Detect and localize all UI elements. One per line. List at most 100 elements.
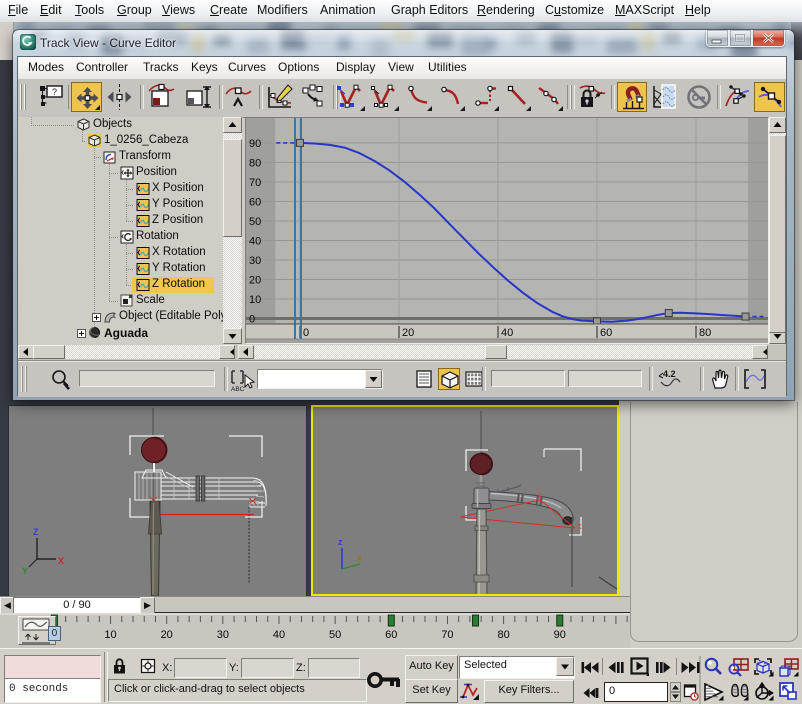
scroll-right-button[interactable] — [219, 345, 235, 359]
reduce-keys-button[interactable] — [299, 82, 328, 112]
menu-animation[interactable]: Animation — [320, 3, 376, 17]
trackbar-key[interactable] — [473, 615, 479, 626]
set-tangents-slow-button[interactable] — [438, 82, 466, 112]
time-configuration-button[interactable] — [683, 682, 699, 702]
menu-help[interactable]: Help — [685, 3, 711, 17]
absolute-mode-transform-button[interactable] — [138, 656, 158, 676]
lock-tangents-button[interactable] — [578, 82, 608, 112]
scroll-thumb[interactable] — [223, 139, 242, 237]
next-frame-button[interactable] — [655, 657, 671, 678]
field-of-view-button[interactable] — [702, 680, 725, 702]
scroll-down-button[interactable] — [223, 328, 242, 344]
pan-button[interactable] — [707, 366, 731, 392]
tree-item-z-rotation[interactable]: Z Rotation — [18, 277, 223, 293]
tree-item-object-editable-poly-[interactable]: Object (Editable Poly) — [18, 309, 223, 325]
tree-item-objects[interactable]: Objects — [18, 117, 223, 133]
set-tangents-step-button[interactable] — [471, 82, 500, 112]
go-to-end-button[interactable] — [681, 657, 701, 678]
menu-rendering[interactable]: Rendering — [477, 3, 535, 17]
set-tangents-fast-button[interactable] — [405, 82, 433, 112]
snap-frames-button[interactable] — [617, 82, 647, 112]
tvmenu-keys[interactable]: Keys — [191, 60, 218, 74]
tree-item-transform[interactable]: Transform — [18, 149, 223, 165]
tree-horizontal-scrollbar[interactable] — [18, 345, 235, 360]
curve-key[interactable] — [297, 139, 304, 146]
tree-item-scale[interactable]: Scale — [18, 293, 223, 309]
tvmenu-tracks[interactable]: Tracks — [143, 60, 179, 74]
slide-keys-button[interactable] — [147, 82, 177, 112]
draw-curves-button[interactable] — [265, 82, 294, 112]
set-key-button[interactable]: Set Key — [405, 679, 458, 703]
current-frame-field[interactable]: 0 — [604, 682, 668, 702]
scroll-up-button[interactable] — [223, 117, 242, 133]
coord-field-x[interactable] — [174, 658, 227, 678]
zoom-value-extents-button[interactable] — [741, 366, 769, 392]
key-filter-dropdown[interactable]: Selected — [459, 656, 575, 679]
tvmenu-curves[interactable]: Curves — [228, 60, 266, 74]
go-to-start-button[interactable] — [580, 657, 600, 678]
pan-view-button[interactable] — [727, 680, 750, 702]
set-tangents-linear-button[interactable] — [504, 82, 532, 112]
track-bar[interactable]: 1020304050607080900 — [0, 613, 630, 648]
curve-graph[interactable]: 0102030405060708090020406080 — [245, 117, 769, 344]
menu-maxscript[interactable]: MAXScript — [615, 3, 674, 17]
default-tangent-button[interactable] — [459, 680, 480, 701]
tvmenu-view[interactable]: View — [388, 60, 414, 74]
scroll-left-button[interactable] — [18, 345, 34, 359]
zoom-selected-object-button[interactable] — [49, 367, 73, 391]
tree-item-z-position[interactable]: Z Position — [18, 213, 223, 229]
menu-create[interactable]: Create — [210, 3, 248, 17]
dropdown-arrow-button[interactable] — [365, 370, 382, 388]
tree-item-aguada[interactable]: Aguada — [18, 325, 223, 341]
set-tangents-auto-button[interactable] — [337, 82, 366, 112]
filters-current-button[interactable] — [438, 368, 460, 390]
dropdown-arrow-button[interactable] — [556, 657, 574, 676]
key-mode-toggle-button[interactable] — [582, 685, 600, 701]
filters-button[interactable]: ? — [37, 82, 66, 112]
scale-keys-button[interactable] — [183, 82, 213, 112]
set-tangents-smooth-button[interactable] — [535, 82, 564, 112]
show-all-tangents-button[interactable] — [754, 82, 785, 112]
zoom-all-button[interactable] — [727, 656, 750, 678]
maximize-button[interactable] — [729, 30, 752, 47]
toolbar-grip[interactable] — [20, 84, 27, 110]
set-tangents-custom-button[interactable] — [371, 82, 400, 112]
selection-lock-toggle[interactable] — [111, 656, 129, 676]
viewport-front[interactable]: ZXY — [8, 405, 307, 598]
tree-item-1-0256-cabeza[interactable]: 1_0256_Cabeza — [18, 133, 223, 149]
track-set-list-button[interactable] — [413, 368, 435, 390]
coord-field-y[interactable] — [241, 658, 294, 678]
scroll-thumb[interactable] — [485, 345, 507, 359]
curve-key[interactable] — [665, 310, 672, 317]
menu-group[interactable]: Group — [117, 3, 152, 17]
tvmenu-controller[interactable]: Controller — [76, 60, 128, 74]
add-keys-button[interactable] — [224, 82, 254, 112]
menu-tools[interactable]: Tools — [75, 3, 104, 17]
zoom-extents-all-button[interactable] — [777, 656, 800, 678]
key-time-field[interactable] — [491, 370, 565, 387]
tree-item-x-position[interactable]: X Position — [18, 181, 223, 197]
maximize-viewport-button[interactable] — [777, 680, 800, 702]
minimize-button[interactable] — [706, 30, 729, 47]
trackview-titlebar[interactable]: Track View - Curve Editor — [13, 30, 794, 56]
play-animation-button[interactable] — [630, 657, 649, 676]
move-keys-horizontal-button[interactable] — [104, 82, 135, 112]
tvmenu-options[interactable]: Options — [278, 60, 319, 74]
param-curve-out-of-range-button[interactable] — [651, 82, 677, 112]
menu-modifiers[interactable]: Modifiers — [257, 3, 308, 17]
scroll-right-button[interactable] — [752, 345, 768, 359]
arc-rotate-button[interactable] — [752, 680, 775, 702]
menu-graph-editors[interactable]: Graph Editors — [391, 3, 468, 17]
track-name-field[interactable] — [79, 370, 215, 387]
show-keyable-icons-button[interactable] — [684, 82, 712, 112]
close-button[interactable] — [752, 30, 785, 47]
tvmenu-display[interactable]: Display — [336, 60, 375, 74]
viewport-perspective-active[interactable]: yxzx — [311, 405, 619, 596]
controller-tree[interactable]: Objects1_0256_CabezaTransformPositionX P… — [18, 117, 223, 344]
menu-file[interactable]: File — [8, 3, 28, 17]
toolbar-grip[interactable] — [21, 366, 28, 392]
tvmenu-utilities[interactable]: Utilities — [428, 60, 467, 74]
show-selected-key-stats-button[interactable]: ABC — [229, 367, 255, 393]
show-tangents-button[interactable] — [724, 82, 752, 112]
frame-spinner[interactable] — [670, 682, 681, 702]
